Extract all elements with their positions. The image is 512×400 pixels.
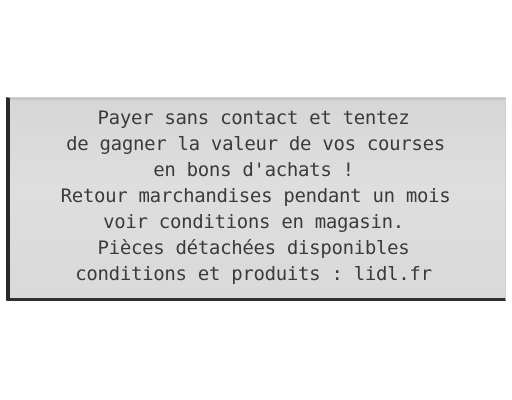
receipt-line-returns-policy: Retour marchandises pendant un mois: [60, 185, 451, 207]
receipt-line-spare-parts: Pièces détachées disponibles: [97, 237, 410, 259]
receipt-text-block: Payer sans contact et tentez de gagner l…: [10, 105, 505, 287]
receipt-line-vouchers: en bons d'achats !: [153, 159, 354, 181]
receipt-top-edge: [10, 98, 505, 100]
receipt-line-store-conditions: voir conditions en magasin.: [103, 211, 404, 233]
receipt-line-win-shopping-value: de gagner la valeur de vos courses: [66, 133, 445, 155]
receipt-paper: Payer sans contact et tentez de gagner l…: [6, 97, 506, 301]
photo-canvas: Payer sans contact et tentez de gagner l…: [0, 0, 512, 400]
receipt-line-website: conditions et produits : lidl.fr: [75, 263, 432, 285]
receipt-line-contactless-offer: Payer sans contact et tentez: [97, 107, 410, 129]
